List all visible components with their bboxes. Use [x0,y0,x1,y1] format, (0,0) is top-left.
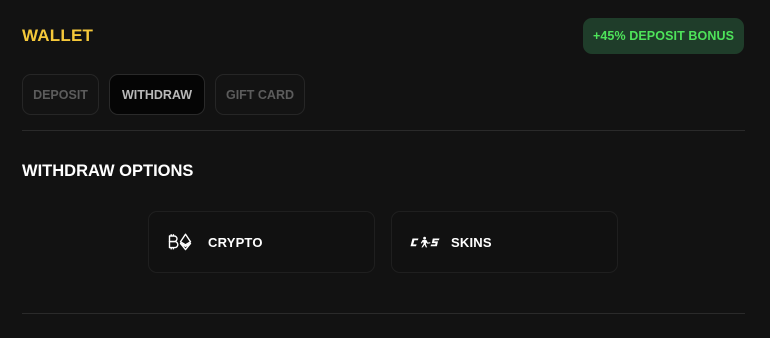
skins-option-card[interactable]: SKINS [391,211,618,273]
skins-option-label: SKINS [451,234,492,250]
tab-deposit[interactable]: DEPOSIT [22,74,99,115]
divider [22,130,745,131]
wallet-tabs: DEPOSIT WITHDRAW GIFT CARD [22,74,305,115]
tab-withdraw[interactable]: WITHDRAW [109,74,205,115]
crypto-option-label: CRYPTO [208,234,263,250]
deposit-bonus-badge[interactable]: +45% DEPOSIT BONUS [583,18,744,54]
divider [22,313,745,314]
cs-icon [410,234,440,250]
crypto-icon [167,233,193,251]
withdraw-options-title: WITHDRAW OPTIONS [22,162,194,180]
tab-gift-card[interactable]: GIFT CARD [215,74,305,115]
crypto-option-card[interactable]: CRYPTO [148,211,375,273]
wallet-title: WALLET [22,26,94,45]
